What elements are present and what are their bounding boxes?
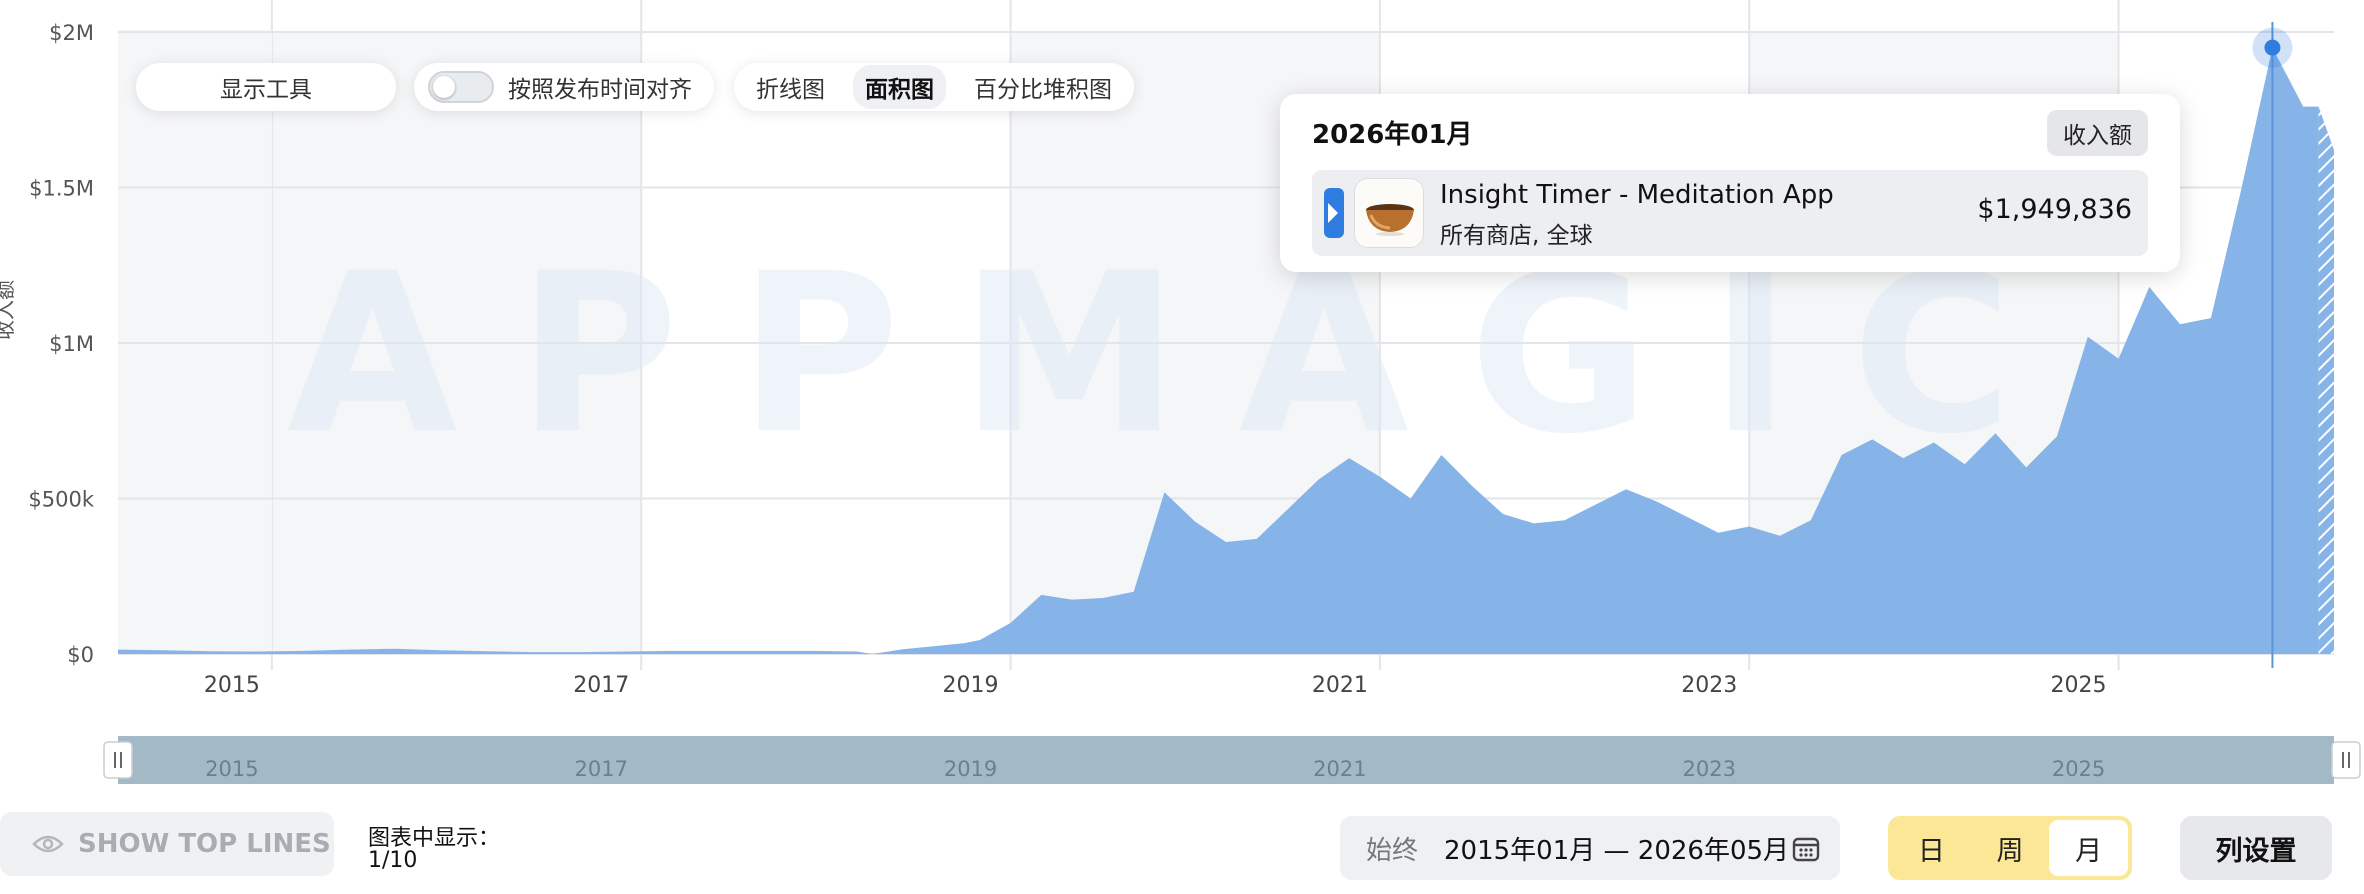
show-tools-label: 显示工具 bbox=[220, 77, 312, 103]
y-axis-label: 收入额 bbox=[0, 280, 17, 340]
navigator-left-handle[interactable] bbox=[103, 741, 133, 779]
range-navigator bbox=[118, 736, 2334, 784]
navigator-year-label: 2019 bbox=[944, 757, 997, 781]
x-tick-label: 2025 bbox=[2051, 673, 2107, 698]
series-area-projected bbox=[2318, 106, 2334, 655]
show-top-lines-button[interactable]: SHOW TOP LINES bbox=[0, 812, 334, 876]
tooltip-app-name: Insight Timer - Meditation App bbox=[1440, 180, 1834, 210]
show-tools-button[interactable]: 显示工具 bbox=[136, 63, 396, 111]
range-preset: 始终 bbox=[1366, 835, 1419, 866]
series-color-marker bbox=[1324, 188, 1344, 238]
period-month[interactable]: 月 bbox=[2049, 820, 2129, 876]
show-top-lines-label: SHOW TOP LINES bbox=[78, 829, 331, 859]
tooltip-metric-badge: 收入额 bbox=[2047, 110, 2148, 156]
x-tick-label: 2017 bbox=[573, 673, 629, 698]
tooltip-app-stores: 所有商店, 全球 bbox=[1440, 223, 1593, 249]
navigator-year-label: 2015 bbox=[205, 757, 258, 781]
period-week[interactable]: 周 bbox=[1971, 820, 2050, 876]
period-day[interactable]: 日 bbox=[1892, 820, 1971, 876]
tooltip-value: $1,949,836 bbox=[1977, 194, 2132, 225]
x-tick-label: 2015 bbox=[204, 673, 260, 698]
x-tick-label: 2019 bbox=[943, 673, 999, 698]
y-tick-label: $0 bbox=[67, 643, 94, 667]
navigator-year-label: 2017 bbox=[574, 757, 627, 781]
calendar-icon[interactable] bbox=[1792, 836, 1820, 862]
column-settings-button[interactable]: 列设置 bbox=[2180, 816, 2332, 880]
chart-type-percent-stacked[interactable]: 百分比堆积图 bbox=[962, 65, 1124, 109]
align-by-release-toggle[interactable]: 按照发布时间对齐 bbox=[414, 63, 714, 111]
granularity-switch: 日 周 月 bbox=[1888, 816, 2132, 880]
y-tick-label: $2M bbox=[49, 21, 94, 45]
shown-in-chart-count: 1/10 bbox=[368, 848, 418, 873]
y-tick-label: $500k bbox=[28, 488, 94, 512]
eye-icon bbox=[32, 835, 64, 853]
x-tick-label: 2021 bbox=[1312, 673, 1368, 698]
y-tick-label: $1M bbox=[49, 332, 94, 356]
x-tick-label: 2023 bbox=[1681, 673, 1737, 698]
tooltip-date: 2026年01月 bbox=[1312, 120, 1473, 150]
chart-type-switch: 折线图 面积图 百分比堆积图 bbox=[734, 63, 1134, 111]
range-value: 2015年01月 — 2026年05月 bbox=[1444, 835, 1790, 866]
chart-type-area[interactable]: 面积图 bbox=[853, 65, 946, 109]
tooltip-series-row: Insight Timer - Meditation App 所有商店, 全球 … bbox=[1312, 170, 2148, 256]
align-label: 按照发布时间对齐 bbox=[508, 77, 692, 103]
singing-bowl-app-icon bbox=[1354, 178, 1424, 248]
year-band bbox=[118, 30, 272, 652]
chart-type-line[interactable]: 折线图 bbox=[744, 65, 837, 109]
y-tick-label: $1.5M bbox=[29, 177, 94, 201]
toggle-switch[interactable] bbox=[428, 71, 494, 103]
navigator-year-label: 2025 bbox=[2052, 757, 2105, 781]
navigator-right-handle[interactable] bbox=[2331, 741, 2361, 779]
date-range-picker[interactable]: 始终 2015年01月 — 2026年05月 bbox=[1340, 816, 1840, 880]
navigator-year-label: 2023 bbox=[1682, 757, 1735, 781]
chart-tooltip: 2026年01月 收入额 Insight Timer - Meditation … bbox=[1280, 94, 2180, 272]
hover-point bbox=[2264, 39, 2281, 56]
navigator-year-label: 2021 bbox=[1313, 757, 1366, 781]
